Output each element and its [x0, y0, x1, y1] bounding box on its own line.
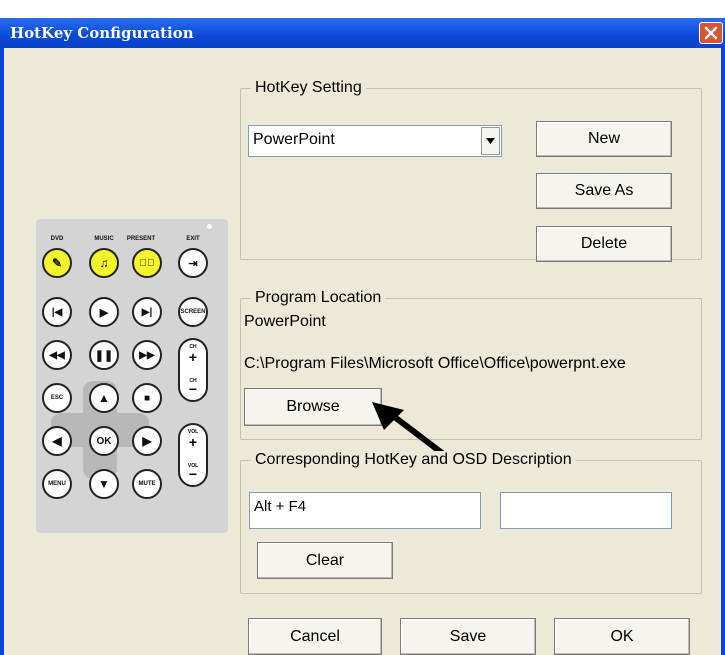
remote-pause-button: ❚❚ [89, 340, 119, 370]
remote-next-button: ▶| [132, 297, 162, 327]
close-icon [704, 26, 718, 40]
clear-button[interactable]: Clear [257, 542, 393, 579]
speaker-icon: ◀ﾞ [139, 257, 155, 269]
hotkey-config-window: HotKey Configuration DVD MUSIC PRESENT E… [0, 18, 725, 655]
remote-ok-button: OK [89, 426, 119, 456]
channel-up-icon: + [188, 349, 198, 365]
play-icon: ▶ [99, 306, 109, 319]
arrow-down-icon: ▼ [98, 477, 110, 491]
remote-stop-button: ■ [132, 383, 162, 413]
pause-icon: ❚❚ [94, 349, 114, 362]
dropdown-button[interactable] [481, 127, 500, 155]
cancel-button[interactable]: Cancel [248, 618, 382, 655]
remote-up-button: ▲ [89, 383, 119, 413]
fast-forward-icon: ▶▶ [139, 349, 155, 361]
remote-channel-rocker: CH + CH − [178, 338, 208, 402]
remote-dvd-button: ✎ [42, 248, 72, 278]
remote-prev-button: |◀ [42, 297, 72, 327]
remote-esc-button: ESC [42, 383, 72, 413]
close-button[interactable] [699, 22, 723, 44]
volume-up-icon: + [188, 434, 198, 450]
remote-play-button: ▶ [89, 297, 119, 327]
chevron-down-icon [486, 138, 495, 144]
remote-volume-rocker: VOL + VOL − [178, 423, 208, 487]
remote-label-present: PRESENT [126, 236, 156, 242]
skip-forward-icon: ▶| [141, 306, 153, 318]
volume-down-icon: − [188, 466, 198, 482]
arrow-up-icon: ▲ [98, 391, 110, 405]
arrow-right-icon: ▶ [142, 434, 152, 448]
dvd-icon: ✎ [51, 256, 63, 270]
hotkey-osd-legend: Corresponding HotKey and OSD Description [251, 451, 576, 469]
remote-mute-button: MUTE [132, 469, 162, 499]
remote-present-button: ◀ﾞ [132, 248, 162, 278]
remote-menu-button: MENU [42, 469, 72, 499]
dialog-client-area: DVD MUSIC PRESENT EXIT ✎ ♫ ◀ﾞ ⇥ |◀ ▶ ▶| … [4, 48, 721, 655]
remote-rewind-button: ◀◀ [42, 340, 72, 370]
music-note-icon: ♫ [99, 256, 109, 270]
program-path: C:\Program Files\Microsoft Office\Office… [244, 355, 626, 372]
delete-button[interactable]: Delete [536, 226, 672, 262]
new-button[interactable]: New [536, 121, 672, 157]
remote-exit-button: ⇥ [178, 248, 208, 278]
hotkey-profile-value: PowerPoint [253, 131, 335, 148]
channel-down-icon: − [188, 381, 198, 397]
save-button[interactable]: Save [400, 618, 536, 655]
skip-back-icon: |◀ [51, 306, 63, 318]
hotkey-setting-legend: HotKey Setting [251, 79, 366, 97]
remote-label-music: MUSIC [94, 236, 114, 242]
exit-icon: ⇥ [188, 257, 198, 270]
remote-label-exit: EXIT [186, 236, 200, 242]
program-location-legend: Program Location [251, 289, 386, 307]
remote-fastforward-button: ▶▶ [132, 340, 162, 370]
arrow-left-icon: ◀ [52, 434, 62, 448]
hotkey-profile-select[interactable]: PowerPoint [248, 125, 502, 157]
save-as-button[interactable]: Save As [536, 173, 672, 209]
remote-led [207, 224, 212, 229]
remote-screen-button: SCREEN [178, 297, 208, 327]
stop-icon: ■ [143, 392, 151, 404]
remote-right-button: ▶ [132, 426, 162, 456]
remote-down-button: ▼ [89, 469, 119, 499]
osd-description-input[interactable] [500, 492, 672, 529]
title-bar[interactable]: HotKey Configuration [0, 18, 725, 48]
remote-music-button: ♫ [89, 248, 119, 278]
rewind-icon: ◀◀ [49, 349, 65, 361]
program-name: PowerPoint [244, 313, 326, 330]
browse-button[interactable]: Browse [244, 388, 382, 426]
window-title: HotKey Configuration [10, 24, 194, 42]
remote-label-dvd: DVD [50, 236, 64, 242]
ok-button[interactable]: OK [554, 618, 690, 655]
remote-left-button: ◀ [42, 426, 72, 456]
hotkey-input[interactable]: Alt + F4 [249, 492, 481, 529]
